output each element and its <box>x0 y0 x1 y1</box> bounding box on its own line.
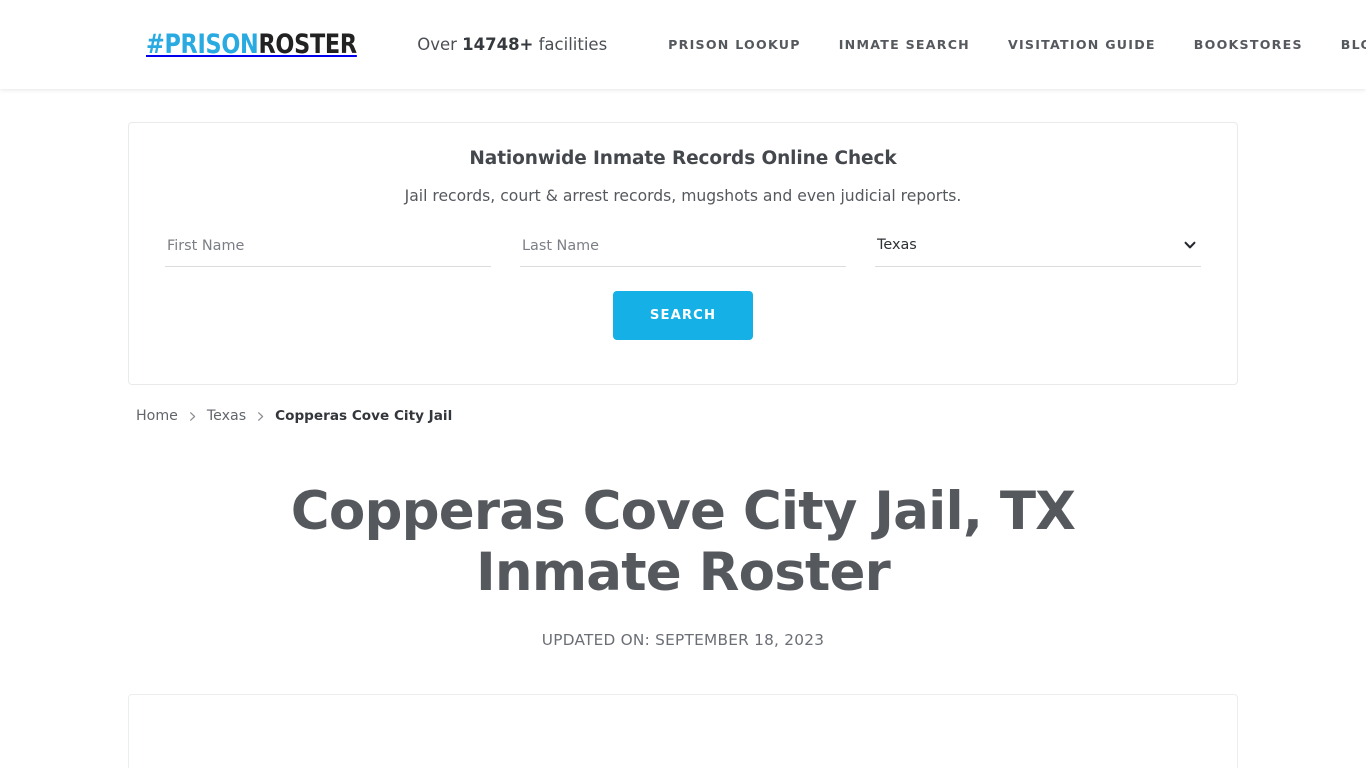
breadcrumb-item-current: Copperas Cove City Jail <box>275 408 453 424</box>
page-body: Nationwide Inmate Records Online Check J… <box>0 122 1366 768</box>
site-header: #PRISONROSTER Over 14748+ facilities PRI… <box>0 0 1366 89</box>
search-button[interactable]: SEARCH <box>613 291 753 340</box>
page-container: Nationwide Inmate Records Online Check J… <box>128 122 1238 768</box>
logo-prefix: #PRISON <box>146 29 259 60</box>
page-title: Copperas Cove City Jail, TX Inmate Roste… <box>290 481 1076 603</box>
nav-inmate-search[interactable]: INMATE SEARCH <box>820 37 989 52</box>
main-navigation: PRISON LOOKUP INMATE SEARCH VISITATION G… <box>649 37 1366 52</box>
search-card-title: Nationwide Inmate Records Online Check <box>469 148 897 169</box>
breadcrumb: Home Texas Copperas Cove City Jail <box>128 408 1238 424</box>
nav-visitation-guide[interactable]: VISITATION GUIDE <box>989 37 1175 52</box>
chevron-right-icon <box>187 411 198 422</box>
inmate-search-card: Nationwide Inmate Records Online Check J… <box>128 122 1238 385</box>
nav-blog[interactable]: BLOG <box>1322 37 1366 52</box>
nav-bookstores[interactable]: BOOKSTORES <box>1175 37 1322 52</box>
facilities-count: Over 14748+ facilities <box>417 35 607 54</box>
facilities-prefix: Over <box>417 35 463 54</box>
facilities-suffix: facilities <box>533 35 608 54</box>
inmate-search-form: Texas <box>129 232 1237 268</box>
site-logo[interactable]: #PRISONROSTER <box>146 31 357 58</box>
first-name-input[interactable] <box>165 232 491 267</box>
content-card <box>128 693 1238 768</box>
chevron-right-icon <box>255 411 266 422</box>
logo-suffix: ROSTER <box>258 29 357 60</box>
first-name-field <box>165 232 491 268</box>
search-button-row: SEARCH <box>129 291 1237 340</box>
last-name-input[interactable] <box>520 232 846 267</box>
nav-prison-lookup[interactable]: PRISON LOOKUP <box>649 37 820 52</box>
header-inner: #PRISONROSTER Over 14748+ facilities PRI… <box>0 0 1366 89</box>
facilities-number: 14748+ <box>462 35 534 54</box>
state-select[interactable]: Texas <box>875 232 1201 267</box>
search-card-subtitle: Jail records, court & arrest records, mu… <box>404 187 962 205</box>
state-field: Texas <box>875 232 1201 268</box>
updated-on-label: UPDATED ON: SEPTEMBER 18, 2023 <box>541 630 825 649</box>
breadcrumb-item-home[interactable]: Home <box>136 408 178 424</box>
last-name-field <box>520 232 846 268</box>
breadcrumb-item-texas[interactable]: Texas <box>207 408 246 424</box>
